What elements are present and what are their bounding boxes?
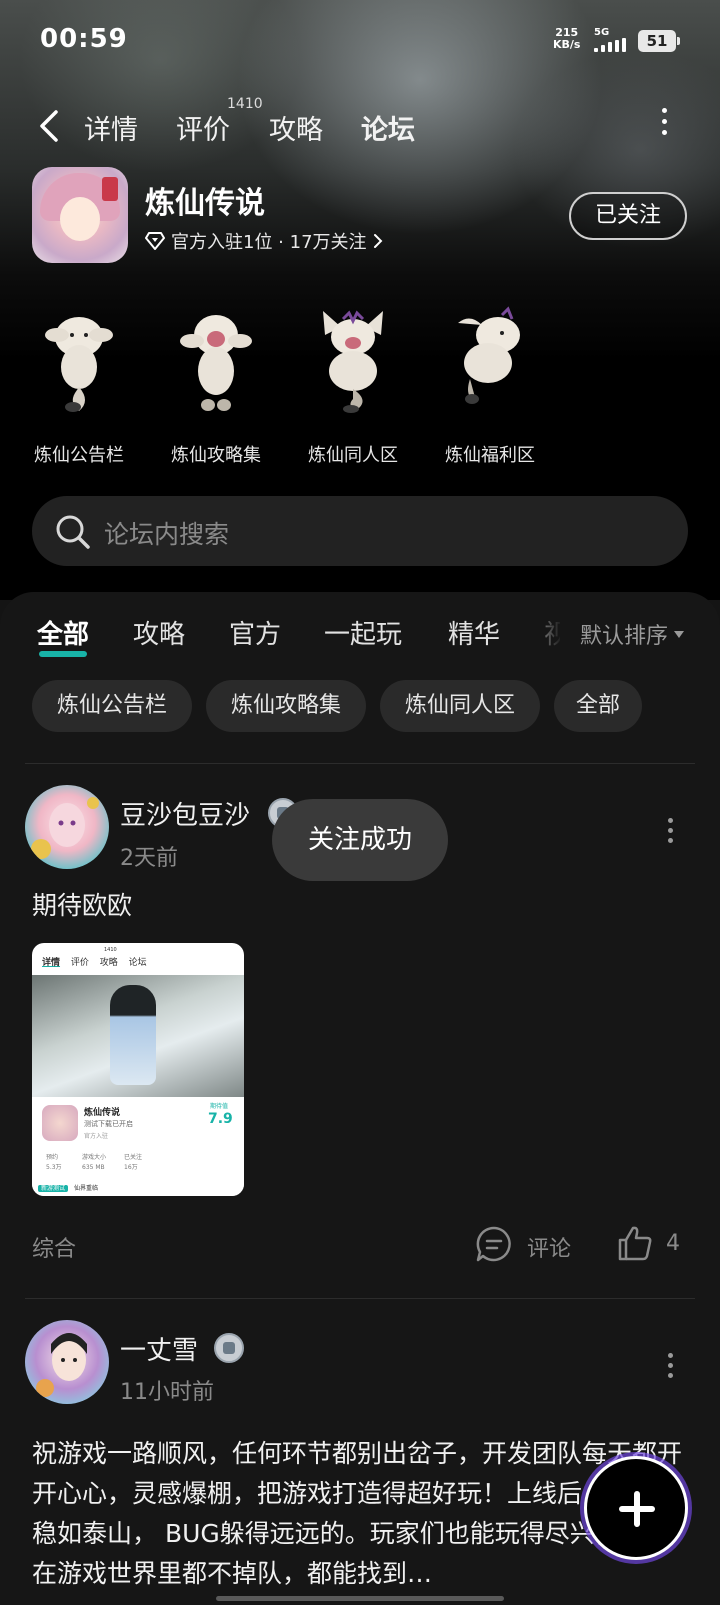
mascot-icon xyxy=(45,317,113,412)
board-label: 炼仙同人区 xyxy=(308,445,398,466)
category-tab-play-together[interactable]: 一起玩 xyxy=(324,614,402,651)
board-announcements[interactable]: 炼仙公告栏 xyxy=(24,305,134,467)
signal-icon xyxy=(594,38,630,52)
chevron-right-icon xyxy=(373,234,382,248)
thumb-tab: 评价 xyxy=(70,958,89,968)
mascot-icon xyxy=(458,306,520,404)
thumb-subtitle: 测试下载已开启 xyxy=(84,1120,133,1128)
category-tab-all[interactable]: 全部 xyxy=(37,614,89,657)
post-more-icon[interactable] xyxy=(666,818,674,844)
thumb-stat: 预约 5.3万 xyxy=(46,1154,62,1171)
board-label: 炼仙福利区 xyxy=(445,445,535,466)
comment-icon[interactable] xyxy=(475,1225,513,1263)
mascot-icon xyxy=(323,310,383,413)
thumb-tab: 详情 xyxy=(42,958,61,968)
category-tab-official[interactable]: 官方 xyxy=(229,614,281,651)
mascot-icon xyxy=(180,315,252,411)
toast-message: 关注成功 xyxy=(272,799,448,881)
avatar[interactable] xyxy=(25,1320,109,1404)
category-tab-featured[interactable]: 精华 xyxy=(448,614,500,651)
like-count: 4 xyxy=(666,1231,680,1256)
thumb-game-icon xyxy=(42,1105,78,1141)
top-nav: 详情 评价 1410 攻略 论坛 xyxy=(0,96,720,150)
thumb-info: 炼仙传说 测试下载已开启 官方入驻 期待值 7.9 预约 5.3万 游戏大小 635… xyxy=(32,1097,244,1196)
thumb-artwork xyxy=(32,975,244,1097)
home-indicator xyxy=(216,1596,504,1601)
comment-button[interactable]: 评论 xyxy=(527,1231,571,1263)
avatar[interactable] xyxy=(25,785,109,869)
thumb-stat: 游戏大小 635 MB xyxy=(82,1154,107,1171)
board-label: 炼仙攻略集 xyxy=(171,445,261,466)
tabs-fade xyxy=(520,608,580,654)
search-input[interactable]: 论坛内搜索 xyxy=(104,515,229,551)
status-bar: 00:59 215 KB/s 5G 51 xyxy=(0,0,720,80)
category-tab-guides[interactable]: 攻略 xyxy=(133,614,185,651)
game-meta-link[interactable]: 官方入驻1位 · 17万关注 xyxy=(145,228,383,254)
board-guides[interactable]: 炼仙攻略集 xyxy=(161,305,271,467)
thumb-tab: 攻略 xyxy=(99,958,118,968)
chip-fanart[interactable]: 炼仙同人区 xyxy=(380,680,540,732)
status-time: 00:59 xyxy=(40,24,128,54)
chip-announcements[interactable]: 炼仙公告栏 xyxy=(32,680,192,732)
game-meta-text: 官方入驻1位 · 17万关注 xyxy=(171,232,367,253)
thumb-score: 7.9 xyxy=(208,1111,233,1127)
search-icon xyxy=(56,515,90,549)
post-category-tag[interactable]: 综合 xyxy=(32,1231,76,1263)
tab-forum[interactable]: 论坛 xyxy=(359,108,417,147)
net-speed: 215 KB/s xyxy=(553,27,580,51)
divider xyxy=(25,1298,695,1299)
tab-reviews[interactable]: 评价 xyxy=(176,108,230,147)
forum-search-box[interactable]: 论坛内搜索 xyxy=(32,496,688,566)
board-welfare[interactable]: 炼仙福利区 xyxy=(435,305,545,467)
thumbs-up-icon[interactable] xyxy=(616,1224,654,1262)
thumb-footer: 新游测试 仙界重临 xyxy=(32,1183,244,1196)
post-time: 2天前 xyxy=(120,846,178,871)
avatar-frame-icon xyxy=(36,1333,87,1397)
post-more-icon[interactable] xyxy=(666,1353,674,1379)
tab-guides[interactable]: 攻略 xyxy=(269,108,323,147)
sort-label: 默认排序 xyxy=(580,624,669,649)
user-level-badge-icon xyxy=(214,1333,244,1363)
more-options-icon[interactable] xyxy=(660,108,668,138)
caret-down-icon xyxy=(674,630,685,638)
battery-icon: 51 xyxy=(638,30,680,52)
chip-all[interactable]: 全部 xyxy=(554,680,642,732)
thumb-header: 详情 评价 攻略 论坛 1410 xyxy=(32,943,244,975)
diamond-icon xyxy=(145,232,165,250)
post-author[interactable]: 一丈雪 xyxy=(120,1330,198,1367)
create-post-button[interactable] xyxy=(584,1456,688,1560)
thumb-tab: 论坛 xyxy=(128,958,147,968)
post-image[interactable]: 详情 评价 攻略 论坛 1410 炼仙传说 测试下载已开启 官方入驻 期待值 7… xyxy=(32,943,244,1196)
game-icon[interactable] xyxy=(32,167,128,263)
reviews-count-badge: 1410 xyxy=(227,96,263,112)
game-title: 炼仙传说 xyxy=(145,186,265,221)
post-author[interactable]: 豆沙包豆沙 xyxy=(120,795,250,832)
post-text[interactable]: 期待欧欧 xyxy=(32,886,682,926)
divider xyxy=(25,763,695,764)
chip-guides[interactable]: 炼仙攻略集 xyxy=(206,680,366,732)
post-time: 11小时前 xyxy=(120,1380,214,1405)
sort-dropdown[interactable]: 默认排序 xyxy=(580,618,685,650)
thumb-official: 官方入驻 xyxy=(84,1133,109,1140)
board-label: 炼仙公告栏 xyxy=(34,445,124,466)
board-fanart[interactable]: 炼仙同人区 xyxy=(298,305,408,467)
followed-button[interactable]: 已关注 xyxy=(569,192,687,240)
back-arrow-icon[interactable] xyxy=(36,108,66,144)
tab-details[interactable]: 详情 xyxy=(84,108,138,147)
thumb-title: 炼仙传说 xyxy=(84,1108,121,1118)
thumb-stat: 已关注 16万 xyxy=(124,1154,143,1171)
network-type: 5G xyxy=(594,27,610,38)
avatar-frame-icon xyxy=(31,797,99,859)
net-speed-unit: KB/s xyxy=(553,38,581,51)
thumb-score-label: 期待值 xyxy=(210,1103,229,1110)
thumb-badge: 1410 xyxy=(104,947,117,953)
